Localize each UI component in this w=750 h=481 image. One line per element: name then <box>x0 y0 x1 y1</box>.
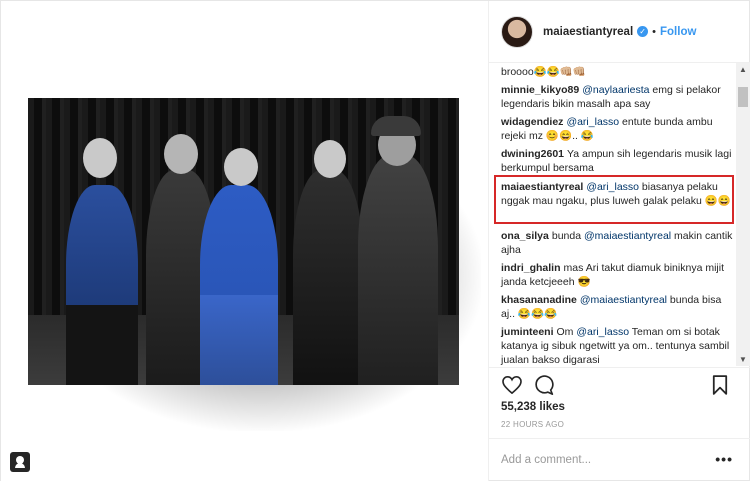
comment-item: minnie_kikyo89 @naylaariesta emg si pelak… <box>501 83 733 111</box>
cap <box>371 116 421 136</box>
more-options-button[interactable]: ••• <box>715 451 733 467</box>
comment-author[interactable]: ona_silya <box>501 230 549 242</box>
comment-item: ona_silya bunda @maiaestiantyreal makin c… <box>501 229 733 257</box>
comment-text: broooo😂😂👊🏼👊🏼 <box>501 66 586 78</box>
separator-dot: • <box>652 25 656 38</box>
username[interactable]: maiaestiantyreal <box>543 26 633 38</box>
comment-author[interactable]: maiaestiantyreal <box>501 181 583 193</box>
post-media <box>1 1 489 481</box>
comment-mention[interactable]: @ari_lasso <box>586 181 639 193</box>
comment-author[interactable]: indri_ghalin <box>501 262 561 274</box>
comment-text-pre: bunda <box>551 230 584 242</box>
person-3 <box>200 185 278 385</box>
comment-author[interactable]: juminteeni <box>501 326 554 338</box>
comment-author[interactable]: khasananadine <box>501 294 577 306</box>
comment-item: khasananadine @maiaestiantyreal bunda bis… <box>501 293 733 321</box>
head-4 <box>314 140 346 178</box>
comment-prefix: Om <box>556 326 574 338</box>
comment-author[interactable]: dwining2601 <box>501 148 564 160</box>
comments-list[interactable]: broooo😂😂👊🏼👊🏼 minnie_kikyo89 @naylaariesta… <box>489 63 750 366</box>
post-timestamp[interactable]: 22 HOURS AGO <box>501 420 564 429</box>
comment-mention[interactable]: @ari_lasso <box>566 116 619 128</box>
comment-item: widagendiez @ari_lasso entute bunda ambu … <box>501 115 733 143</box>
comment-mention[interactable]: @ari_lasso <box>576 326 629 338</box>
user-tag-icon[interactable] <box>10 452 30 472</box>
head-1 <box>83 138 117 178</box>
post-actions <box>489 367 750 399</box>
comment-item-highlighted: maiaestiantyreal @ari_lasso biasanya pela… <box>501 180 733 208</box>
person-4 <box>293 170 363 385</box>
post-photo[interactable] <box>28 98 459 385</box>
comment-item: juminteeni Om @ari_lasso Teman om si bota… <box>501 325 733 366</box>
scrollbar-thumb[interactable] <box>738 87 748 107</box>
comment-item: broooo😂😂👊🏼👊🏼 <box>501 65 733 79</box>
verified-badge-icon: ✓ <box>637 26 649 37</box>
bookmark-icon[interactable] <box>709 374 731 396</box>
comment-item: indri_ghalin mas Ari takut diamuk binikny… <box>501 261 733 289</box>
person-5 <box>358 155 438 385</box>
heart-icon[interactable] <box>501 374 523 396</box>
comment-mention[interactable]: @maiaestiantyreal <box>580 294 667 306</box>
follow-button[interactable]: Follow <box>660 26 696 38</box>
add-comment-input[interactable] <box>501 451 701 469</box>
head-2 <box>164 134 198 174</box>
comment-item: dwining2601 Ya ampun sih legendaris musik… <box>501 147 733 175</box>
scroll-down-arrow-icon[interactable]: ▼ <box>739 355 747 364</box>
comment-icon[interactable] <box>533 374 555 396</box>
comment-author[interactable]: minnie_kikyo89 <box>501 84 579 96</box>
comment-author[interactable]: widagendiez <box>501 116 563 128</box>
comment-mention[interactable]: @maiaestiantyreal <box>584 230 671 242</box>
person-1 <box>66 185 138 385</box>
comment-mention[interactable]: @naylaariesta <box>582 84 649 96</box>
scroll-up-arrow-icon[interactable]: ▲ <box>739 65 747 74</box>
instagram-post: maiaestiantyreal ✓ • Follow broooo😂😂👊🏼👊🏼… <box>0 0 750 481</box>
likes-count[interactable]: 55,238 likes <box>501 401 565 413</box>
comments-scrollbar[interactable]: ▲ ▼ <box>736 63 750 366</box>
head-3 <box>224 148 258 186</box>
avatar[interactable] <box>501 15 533 48</box>
add-comment-bar: ••• <box>489 438 750 481</box>
post-sidebar: maiaestiantyreal ✓ • Follow broooo😂😂👊🏼👊🏼… <box>489 1 750 481</box>
post-header: maiaestiantyreal ✓ • Follow <box>489 1 750 63</box>
